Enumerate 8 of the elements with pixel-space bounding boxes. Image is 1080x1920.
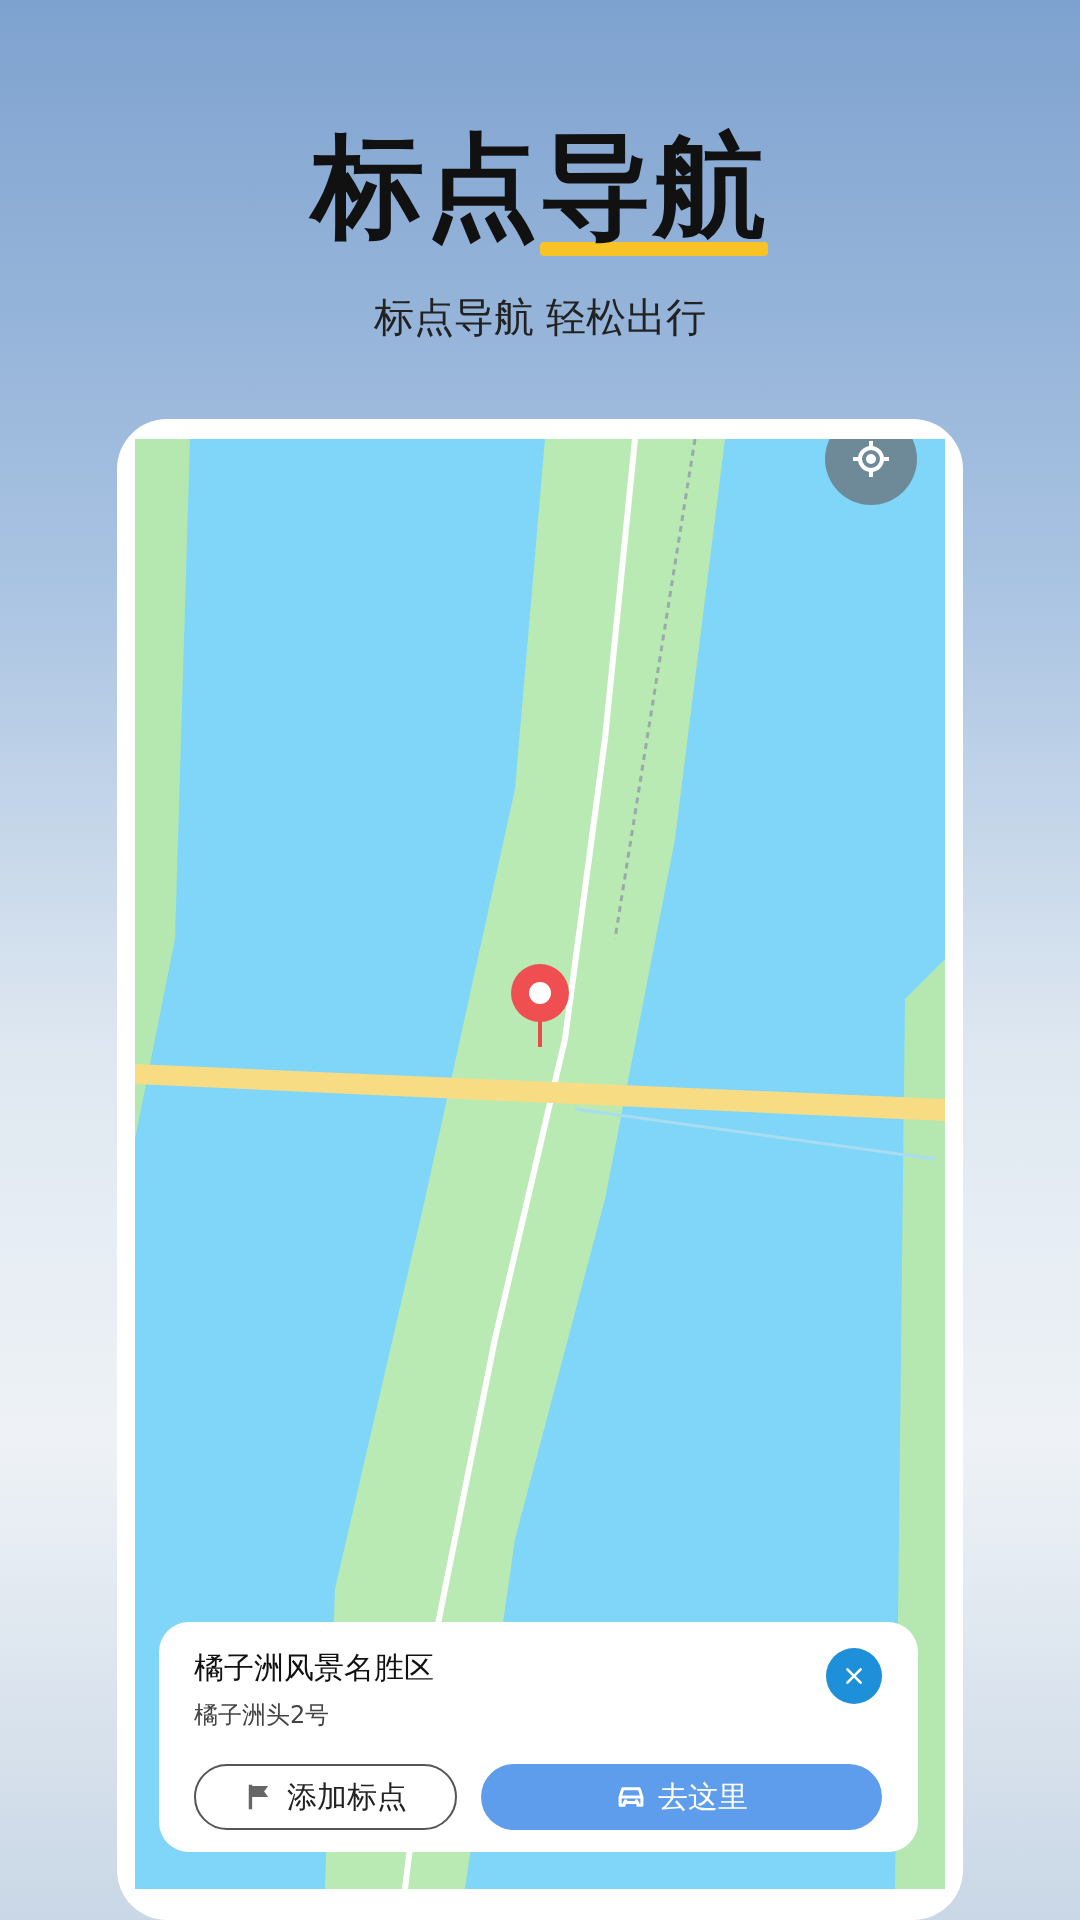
map-pin-icon	[508, 963, 572, 1047]
close-icon	[843, 1665, 865, 1687]
place-name: 橘子洲风景名胜区	[194, 1649, 434, 1687]
page-subtitle: 标点导航 轻松出行	[373, 293, 707, 342]
add-marker-button[interactable]: 添加标点	[194, 1764, 458, 1830]
close-button[interactable]	[826, 1648, 882, 1704]
place-address: 橘子洲头2号	[194, 1700, 331, 1731]
crosshair-icon	[851, 439, 891, 479]
